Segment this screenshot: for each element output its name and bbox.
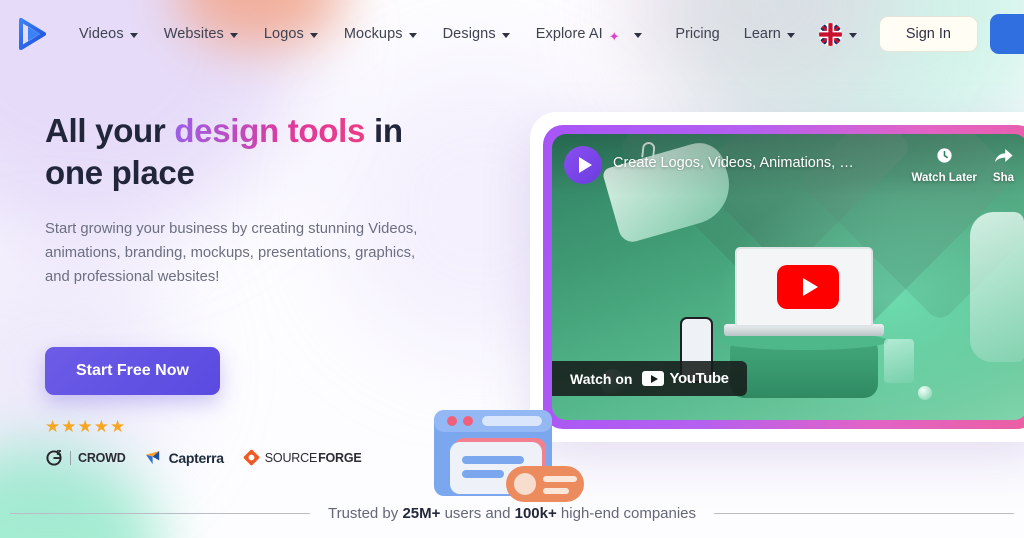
video-top-bar: Create Logos, Videos, Animations, … Watc…	[552, 134, 1024, 196]
nav-label-videos: Videos	[79, 26, 124, 42]
scene-sphere	[918, 386, 932, 400]
hero-title: All your design tools in one place	[45, 110, 475, 194]
browser-card-icon	[434, 410, 584, 502]
chevron-down-icon	[229, 32, 238, 38]
scene-mannequin	[970, 212, 1024, 362]
start-free-now-button[interactable]: Start Free Now	[45, 346, 220, 395]
chevron-down-icon	[408, 32, 417, 38]
capterra-label: Capterra	[168, 449, 224, 466]
divider-left	[9, 512, 310, 514]
landing-page: Videos Websites Logos Mockups Designs Ex…	[0, 0, 1024, 538]
sourceforge-label-1: SOURCE	[264, 450, 318, 465]
nav-item-videos[interactable]: Videos	[66, 20, 151, 48]
scene-bottles	[884, 339, 914, 383]
sourceforge-label-2: FORGE	[318, 450, 362, 465]
share-action[interactable]: Sha	[993, 146, 1014, 184]
nav-item-pricing[interactable]: Pricing	[663, 20, 731, 48]
video-card: Create Logos, Videos, Animations, … Watc…	[530, 112, 1024, 442]
language-selector[interactable]	[818, 22, 857, 46]
nav-item-logos[interactable]: Logos	[251, 20, 331, 48]
hero-title-line2: one place	[45, 153, 195, 191]
channel-play-avatar-icon[interactable]	[564, 146, 602, 184]
youtube-logo: YouTube	[642, 370, 729, 387]
brand-logo[interactable]	[14, 17, 50, 51]
watch-on-youtube-button[interactable]: Watch on YouTube	[552, 361, 747, 396]
nav-label-logos: Logos	[263, 26, 304, 42]
youtube-label: YouTube	[669, 370, 729, 387]
g2-crowd-label: CROWD	[78, 450, 126, 465]
review-platform-logos: CROWD Capterra SOURCE FORGE	[45, 449, 475, 467]
nav-secondary-links: Pricing Learn Sign In	[663, 14, 1024, 54]
clock-icon	[935, 146, 954, 169]
star-rating-glyphs: ★★★★★	[45, 416, 127, 436]
share-icon	[993, 146, 1014, 169]
nav-item-learn[interactable]: Learn	[732, 20, 807, 48]
nav-label-pricing: Pricing	[675, 26, 720, 42]
video-gradient-frame: Create Logos, Videos, Animations, … Watc…	[543, 125, 1024, 429]
chevron-down-icon	[633, 32, 642, 38]
hero-subtitle: Start growing your business by creating …	[45, 220, 418, 285]
youtube-play-icon[interactable]	[777, 265, 839, 309]
chevron-down-icon	[786, 32, 795, 38]
hero-title-part1: All your	[45, 112, 175, 149]
watch-on-label: Watch on	[570, 370, 633, 387]
browser-window-illustration	[424, 404, 594, 516]
play-triangle-logo-icon	[19, 18, 46, 50]
chevron-down-icon	[129, 32, 138, 38]
trusted-prefix: Trusted by	[327, 504, 403, 522]
nav-label-explore-ai: Explore AI	[535, 26, 603, 42]
share-label: Sha	[992, 172, 1014, 184]
hero-content: All your design tools in one place Start…	[45, 110, 475, 467]
video-title[interactable]: Create Logos, Videos, Animations, …	[613, 155, 896, 171]
sourceforge-logo[interactable]: SOURCE FORGE	[243, 449, 362, 466]
divider-right	[714, 512, 1015, 514]
hero-title-part2: in	[365, 112, 403, 149]
chevron-down-icon	[501, 32, 510, 38]
hero-title-highlight: design tools	[174, 112, 366, 149]
sparkle-icon: ✦	[608, 28, 620, 44]
capterra-logo[interactable]: Capterra	[145, 450, 224, 466]
nav-cta-button[interactable]	[990, 14, 1024, 54]
g2-crowd-logo[interactable]: CROWD	[45, 449, 126, 467]
nav-item-websites[interactable]: Websites	[151, 20, 251, 48]
nav-label-websites: Websites	[163, 26, 224, 42]
video-player[interactable]: Create Logos, Videos, Animations, … Watc…	[552, 134, 1024, 420]
chevron-down-icon	[848, 32, 857, 38]
nav-label-designs: Designs	[442, 26, 496, 42]
top-navbar: Videos Websites Logos Mockups Designs Ex…	[0, 0, 1024, 68]
rating-stars: ★★★★★	[45, 417, 475, 437]
nav-label-mockups: Mockups	[343, 26, 403, 42]
chevron-down-icon	[309, 32, 318, 38]
sourceforge-icon	[243, 450, 260, 466]
watch-later-label: Watch Later	[911, 172, 977, 184]
nav-label-learn: Learn	[743, 26, 781, 42]
capterra-icon	[145, 451, 159, 465]
nav-primary-links: Videos Websites Logos Mockups Designs Ex…	[66, 20, 655, 48]
watch-later-action[interactable]: Watch Later	[912, 146, 977, 184]
youtube-play-box-icon	[642, 371, 665, 386]
g2-icon	[46, 449, 62, 466]
nav-item-mockups[interactable]: Mockups	[331, 20, 430, 48]
scene-laptop-screen	[735, 247, 873, 327]
nav-item-designs[interactable]: Designs	[430, 20, 523, 48]
sign-in-button[interactable]: Sign In	[878, 16, 978, 52]
nav-item-explore-ai[interactable]: Explore AI ✦	[523, 20, 655, 48]
uk-flag-icon	[818, 22, 842, 46]
divider	[70, 450, 71, 465]
